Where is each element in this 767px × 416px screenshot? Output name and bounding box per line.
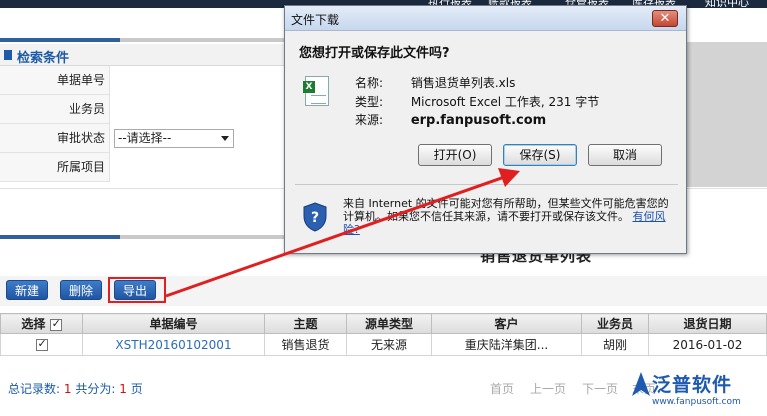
delete-button[interactable]: 删除 <box>60 280 103 300</box>
search-section-title: 检索条件 <box>17 51 70 66</box>
save-button[interactable]: 保存(S) <box>503 144 577 166</box>
new-button[interactable]: 新建 <box>6 280 49 300</box>
col-date: 退货日期 <box>648 313 767 334</box>
col-source: 源单类型 <box>346 313 432 334</box>
svg-text:?: ? <box>311 210 319 226</box>
doc-no-input[interactable] <box>110 66 285 95</box>
right-panel <box>686 42 767 187</box>
logo-text: 泛普软件 <box>652 374 733 396</box>
brand-logo: 泛普软件 www.fanpusoft.com <box>630 366 767 416</box>
file-source-label: 来源: <box>355 113 384 127</box>
excel-badge-icon: X <box>303 81 315 93</box>
dialog-title: 文件下载 <box>291 13 340 27</box>
logo-icon <box>632 372 650 396</box>
row-checkbox[interactable] <box>35 337 48 351</box>
form-row-doc-no: 单据单号 <box>0 66 285 95</box>
form-row-salesman: 业务员 <box>0 95 285 124</box>
row-subject: 销售退货 <box>264 333 347 356</box>
file-type-label: 类型: <box>355 95 384 109</box>
chevron-down-icon <box>221 136 229 141</box>
table-row[interactable]: XSTH20160102001 销售退货 无来源 重庆陆洋集团... 胡刚 20… <box>0 333 767 356</box>
col-code: 单据编号 <box>82 313 265 334</box>
row-customer: 重庆陆洋集团... <box>431 333 582 356</box>
salesman-label: 业务员 <box>0 95 110 124</box>
open-button[interactable]: 打开(O) <box>418 144 492 166</box>
approval-status-value: --请选择-- <box>118 131 172 145</box>
warning-text: 来自 Internet 的文件可能对您有所帮助，但某些文件可能危害您的计算机。如… <box>343 197 669 223</box>
file-name-value: 销售退货单列表.xls <box>410 76 516 90</box>
approval-status-label: 审批状态 <box>0 124 110 153</box>
sheet-grid-icon <box>311 95 326 104</box>
form-row-project: 所属项目 <box>0 153 285 182</box>
dialog-titlebar: 文件下载 ✕ <box>285 6 686 31</box>
col-subject: 主题 <box>264 313 347 334</box>
row-salesman: 胡刚 <box>581 333 649 356</box>
search-section-header: 检索条件 <box>0 44 285 66</box>
col-select: 选择 <box>0 313 83 334</box>
row-code-link[interactable]: XSTH20160102001 <box>82 333 265 356</box>
row-date: 2016-01-02 <box>648 333 767 356</box>
close-icon[interactable]: ✕ <box>652 10 678 27</box>
col-select-label: 选择 <box>21 317 46 331</box>
row-select-cell <box>0 333 83 356</box>
pages-unit: 页 <box>130 382 143 396</box>
pages-label: 共分为: <box>75 382 116 396</box>
prev-page-button[interactable]: 上一页 <box>530 380 566 397</box>
project-label: 所属项目 <box>0 153 110 182</box>
cancel-button[interactable]: 取消 <box>588 144 662 166</box>
file-source-row: 来源: erp.fanpusoft.com <box>355 111 546 128</box>
dialog-question: 您想打开或保存此文件吗? <box>299 46 450 61</box>
section-rule <box>120 38 285 42</box>
select-all-checkbox[interactable] <box>49 317 62 331</box>
security-warning: 来自 Internet 的文件可能对您有所帮助，但某些文件可能危害您的计算机。如… <box>343 197 673 236</box>
form-row-approval: 审批状态 --请选择-- <box>0 124 285 153</box>
salesman-input[interactable] <box>110 95 285 124</box>
table-header-row: 选择 单据编号 主题 源单类型 客户 业务员 退货日期 <box>0 313 767 334</box>
doc-no-label: 单据单号 <box>0 66 110 95</box>
section-accent-rule <box>0 38 120 42</box>
total-label: 总记录数: <box>8 382 61 396</box>
approval-status-cell: --请选择-- <box>110 124 285 153</box>
shield-icon: ? <box>303 202 327 232</box>
search-form: 单据单号 业务员 审批状态 --请选择-- 所属项目 <box>0 66 285 182</box>
project-input[interactable] <box>110 153 285 182</box>
col-salesman: 业务员 <box>581 313 649 334</box>
dialog-separator <box>295 184 678 185</box>
row-source: 无来源 <box>346 333 432 356</box>
export-highlight-box <box>108 277 166 303</box>
file-name-row: 名称: 销售退货单列表.xls <box>355 74 515 91</box>
file-download-dialog: 文件下载 ✕ 您想打开或保存此文件吗? X 名称: 销售退货单列表.xls 类型… <box>284 5 687 254</box>
pages-count: 1 <box>119 382 127 396</box>
next-page-button[interactable]: 下一页 <box>582 380 618 397</box>
col-customer: 客户 <box>431 313 582 334</box>
total-count: 1 <box>63 382 72 396</box>
return-order-table: 选择 单据编号 主题 源单类型 客户 业务员 退货日期 XSTH20160102… <box>0 313 767 356</box>
file-type-value: Microsoft Excel 工作表, 231 字节 <box>410 95 600 109</box>
first-page-button[interactable]: 首页 <box>490 380 514 397</box>
excel-file-icon: X <box>303 76 329 106</box>
list-accent-rule <box>0 235 120 239</box>
file-type-row: 类型: Microsoft Excel 工作表, 231 字节 <box>355 93 599 110</box>
file-name-label: 名称: <box>355 76 384 90</box>
file-source-value: erp.fanpusoft.com <box>410 113 547 128</box>
approval-status-select[interactable]: --请选择-- <box>114 129 234 148</box>
pager-summary: 总记录数: 1 共分为: 1 页 <box>8 380 143 397</box>
list-rule <box>120 235 285 239</box>
nav-item-5[interactable]: 知识中心 <box>705 0 749 10</box>
logo-url: www.fanpusoft.com <box>652 397 741 407</box>
section-bar-icon <box>4 50 12 60</box>
